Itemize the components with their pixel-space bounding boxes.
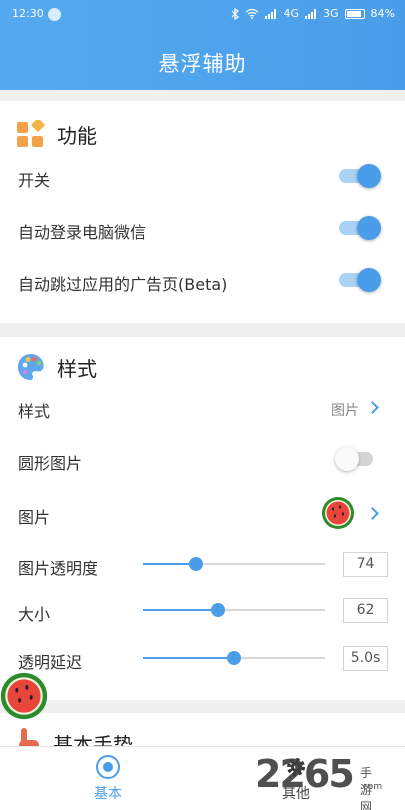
toggle-knob	[357, 216, 381, 240]
battery-percent: 84%	[370, 7, 395, 20]
watermark-url: .com	[360, 782, 383, 792]
battery-icon	[344, 8, 365, 19]
toggle-knob	[335, 447, 359, 471]
network-3g-label: 3G	[323, 7, 339, 20]
radio-circle-icon	[96, 755, 120, 779]
function-section-header: 功能	[17, 118, 97, 150]
slider-thumb[interactable]	[188, 557, 203, 571]
style-section-header: 样式	[17, 351, 97, 383]
auto-login-wechat-toggle[interactable]	[339, 216, 381, 240]
slider-fill	[143, 563, 196, 565]
chevron-right-icon[interactable]	[366, 401, 379, 414]
slider-thumb[interactable]	[210, 603, 225, 617]
nav-base[interactable]: 基本	[78, 755, 138, 803]
switch-label: 开关	[18, 171, 51, 190]
style-row-value[interactable]: 图片	[331, 400, 359, 420]
status-bar: 12:30 4G 3G 84%	[0, 0, 405, 28]
signal-icon	[265, 8, 277, 19]
function-section-title: 功能	[57, 123, 97, 148]
style-section-title: 样式	[57, 356, 97, 381]
skip-ads-label: 自动跳过应用的广告页(Beta)	[18, 275, 228, 294]
slider-thumb[interactable]	[227, 651, 241, 665]
transparency-delay-slider[interactable]	[143, 651, 325, 665]
slider-fill	[143, 657, 234, 659]
site-watermark: 2265 手游网 .com	[255, 752, 382, 810]
do-not-disturb-icon	[48, 8, 61, 21]
network-4g-label: 4G	[283, 7, 300, 20]
palette-icon	[18, 354, 44, 380]
size-label: 大小	[18, 605, 51, 624]
size-value[interactable]: 62	[343, 598, 388, 623]
skip-ads-toggle[interactable]	[339, 268, 381, 292]
round-image-label: 圆形图片	[18, 454, 83, 473]
status-time: 12:30	[12, 7, 44, 20]
page-title: 悬浮辅助	[158, 52, 247, 76]
function-grid-icon	[17, 120, 45, 147]
status-right: 4G 3G 84%	[231, 7, 395, 20]
wifi-icon	[246, 8, 259, 19]
watermark-main: 2265	[255, 752, 355, 796]
chevron-right-icon[interactable]	[366, 507, 379, 520]
nav-base-label: 基本	[94, 786, 122, 802]
slider-fill	[143, 609, 218, 611]
floating-watermelon-button[interactable]	[0, 670, 50, 722]
transparency-delay-value[interactable]: 5.0s	[343, 646, 388, 671]
style-row-label: 样式	[18, 402, 51, 421]
image-opacity-label: 图片透明度	[18, 559, 99, 578]
toggle-knob	[357, 268, 381, 292]
image-row-label: 图片	[18, 508, 51, 527]
toggle-knob	[357, 164, 381, 188]
image-opacity-value[interactable]: 74	[343, 552, 388, 577]
round-image-toggle[interactable]	[335, 447, 373, 471]
watermelon-image-icon[interactable]	[320, 495, 356, 531]
auto-login-wechat-label: 自动登录电脑微信	[18, 223, 147, 242]
switch-toggle[interactable]	[339, 164, 381, 188]
size-slider[interactable]	[143, 603, 325, 617]
bluetooth-icon	[232, 7, 240, 20]
image-opacity-slider[interactable]	[143, 557, 325, 571]
function-card: 功能 开关 自动登录电脑微信 自动跳过应用的广告页(Beta)	[0, 101, 405, 323]
signal-icon	[305, 8, 317, 19]
app-header: 12:30 4G 3G 84% 悬浮辅助	[0, 0, 405, 90]
style-card: 样式 样式 图片 圆形图片 图片 图片透明度 74 大小 62 透明延迟 5.0…	[0, 337, 405, 700]
